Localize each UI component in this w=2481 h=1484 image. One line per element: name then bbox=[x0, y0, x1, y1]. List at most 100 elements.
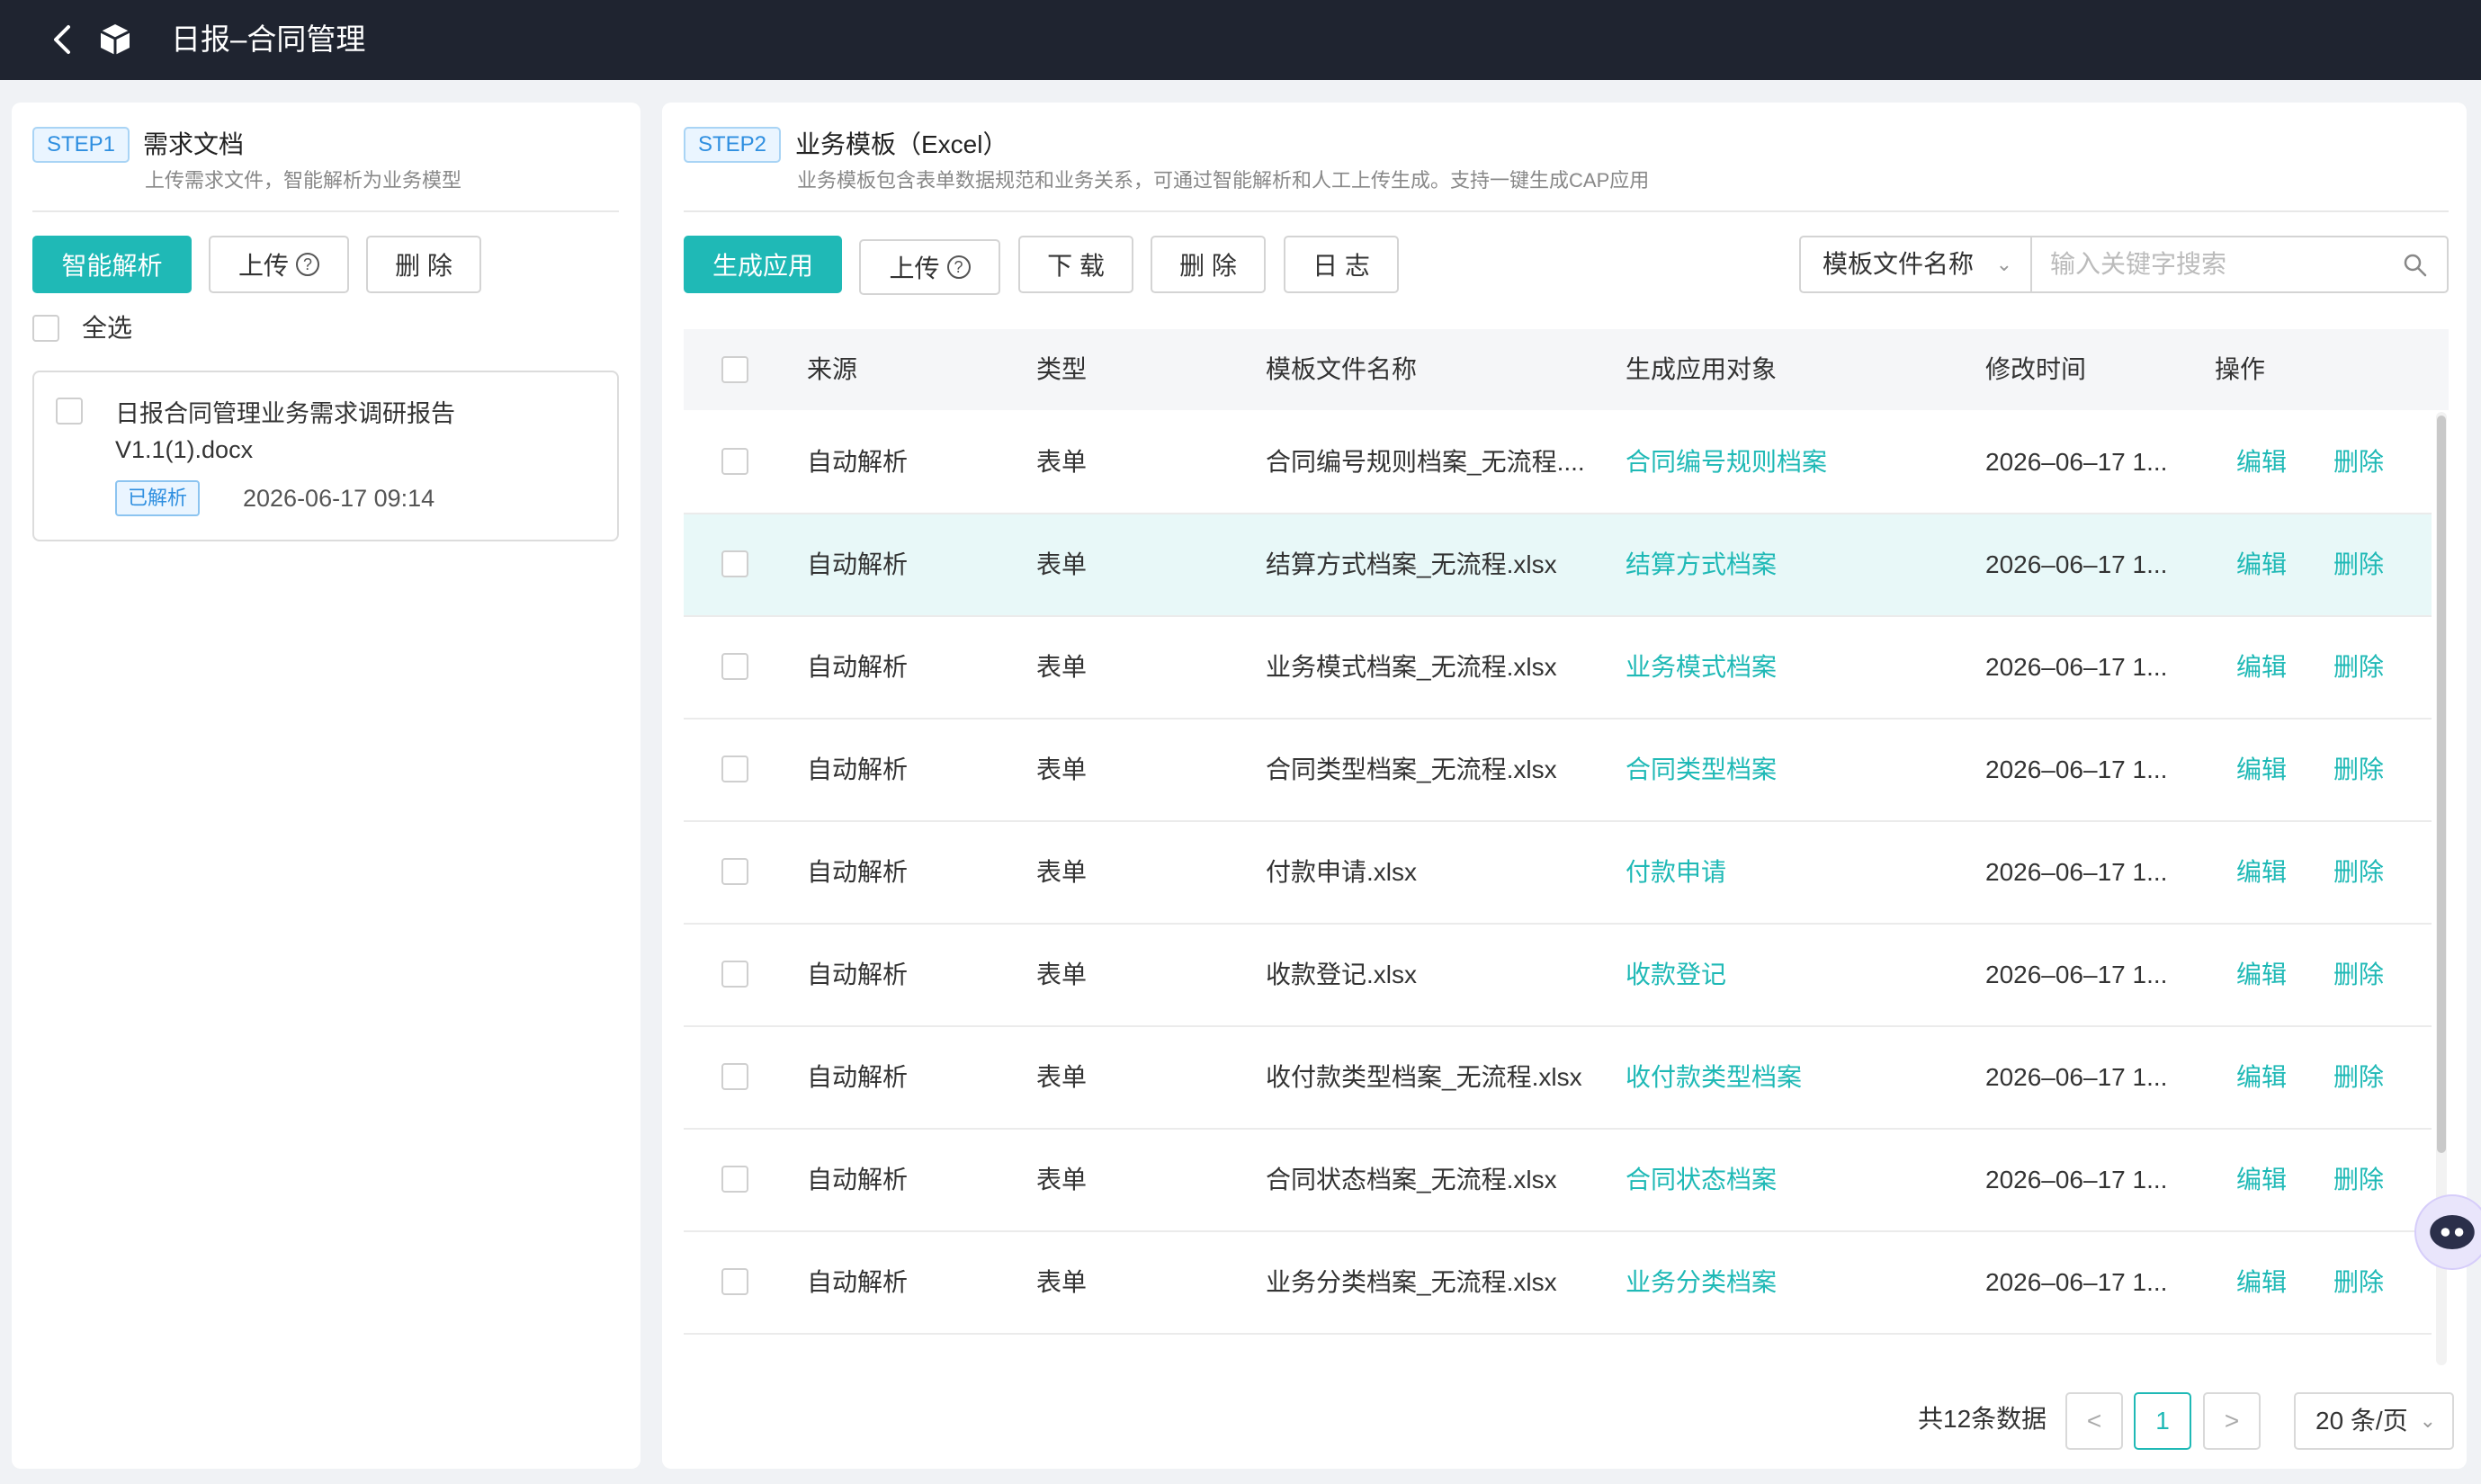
delete-link[interactable]: 删除 bbox=[2333, 1265, 2384, 1301]
edit-link[interactable]: 编辑 bbox=[2236, 649, 2287, 685]
step1-tag: STEP1 bbox=[32, 127, 130, 163]
row-checkbox[interactable] bbox=[721, 961, 748, 988]
scrollbar-thumb[interactable] bbox=[2437, 416, 2446, 1153]
row-checkbox[interactable] bbox=[721, 550, 748, 577]
row-checkbox[interactable] bbox=[721, 1268, 748, 1295]
cube-icon bbox=[100, 24, 130, 55]
file-card[interactable]: 日报合同管理业务需求调研报告V1.1(1).docx 已解析 2026-06-1… bbox=[32, 371, 619, 541]
row-type: 表单 bbox=[1036, 550, 1088, 578]
step1-subtitle: 上传需求文件，智能解析为业务模型 bbox=[145, 169, 462, 192]
table-row[interactable]: 自动解析 表单 收付款类型档案_无流程.xlsx 收付款类型档案 2026–06–17 … bbox=[684, 1027, 2432, 1130]
col-type: 类型 bbox=[1036, 355, 1088, 383]
delete-link[interactable]: 删除 bbox=[2333, 444, 2384, 480]
edit-link[interactable]: 编辑 bbox=[2236, 854, 2287, 890]
search-input[interactable] bbox=[2050, 246, 2392, 282]
generate-app-button[interactable]: 生成应用 bbox=[684, 236, 842, 293]
select-all-checkbox[interactable] bbox=[32, 315, 59, 342]
row-target-link[interactable]: 合同状态档案 bbox=[1626, 1162, 1777, 1198]
row-source: 自动解析 bbox=[807, 1063, 909, 1091]
row-target-link[interactable]: 业务模式档案 bbox=[1626, 649, 1777, 685]
row-source: 自动解析 bbox=[807, 653, 909, 681]
delete-link[interactable]: 删除 bbox=[2333, 854, 2384, 890]
col-file: 模板文件名称 bbox=[1266, 355, 1418, 383]
table-row[interactable]: 自动解析 表单 合同类型档案_无流程.xlsx 合同类型档案 2026–06–17 1.… bbox=[684, 720, 2432, 822]
row-checkbox[interactable] bbox=[721, 755, 748, 782]
row-modified-time: 2026–06–17 1... bbox=[1985, 448, 2168, 476]
smart-parse-button[interactable]: 智能解析 bbox=[32, 236, 192, 293]
row-source: 自动解析 bbox=[807, 550, 909, 578]
row-file-name: 合同编号规则档案_无流程.... bbox=[1266, 448, 1585, 476]
row-target-link[interactable]: 合同类型档案 bbox=[1626, 752, 1777, 788]
upload-label: 上传 bbox=[237, 252, 289, 280]
generate-label: 生成应用 bbox=[712, 252, 813, 280]
row-target-link[interactable]: 结算方式档案 bbox=[1626, 547, 1777, 583]
row-source: 自动解析 bbox=[807, 755, 909, 783]
table-row[interactable]: 自动解析 表单 业务模式档案_无流程.xlsx 业务模式档案 2026–06–17 1.… bbox=[684, 617, 2432, 720]
chevron-left-icon[interactable] bbox=[45, 20, 81, 59]
table-row[interactable]: 自动解析 表单 业务分类档案_无流程.xlsx 业务分类档案 2026–06–17 1.… bbox=[684, 1232, 2432, 1335]
top-bar: 日报–合同管理 bbox=[0, 0, 2481, 80]
delete-link[interactable]: 删除 bbox=[2333, 649, 2384, 685]
row-type: 表单 bbox=[1036, 1268, 1088, 1296]
requirements-panel: STEP1 需求文档 上传需求文件，智能解析为业务模型 智能解析 上传? 删 除… bbox=[12, 103, 640, 1469]
table-header: 来源 类型 模板文件名称 生成应用对象 修改时间 操作 bbox=[684, 329, 2449, 410]
table-row[interactable]: 自动解析 表单 结算方式档案_无流程.xlsx 结算方式档案 2026–06–17 1.… bbox=[684, 514, 2432, 617]
robot-face-icon bbox=[2430, 1214, 2475, 1250]
row-modified-time: 2026–06–17 1... bbox=[1985, 653, 2168, 681]
help-icon[interactable]: ? bbox=[946, 255, 971, 279]
select-all-rows-checkbox[interactable] bbox=[721, 356, 748, 383]
prev-page-button[interactable]: < bbox=[2065, 1392, 2123, 1450]
row-checkbox[interactable] bbox=[721, 858, 748, 885]
download-button[interactable]: 下 载 bbox=[1018, 236, 1133, 293]
next-page-button[interactable]: > bbox=[2203, 1392, 2261, 1450]
row-target-link[interactable]: 收款登记 bbox=[1626, 957, 1726, 993]
search-box[interactable] bbox=[2030, 236, 2449, 293]
row-target-link[interactable]: 合同编号规则档案 bbox=[1626, 444, 1827, 480]
chevron-down-icon: ⌄ bbox=[1995, 253, 2012, 275]
assistant-bot-icon[interactable] bbox=[2414, 1194, 2481, 1270]
row-type: 表单 bbox=[1036, 755, 1088, 783]
delete-link[interactable]: 删除 bbox=[2333, 752, 2384, 788]
delete-link[interactable]: 删除 bbox=[2333, 1162, 2384, 1198]
page-size-select[interactable]: 20 条/页 ⌄ bbox=[2294, 1392, 2454, 1450]
search-field-select[interactable]: 模板文件名称 ⌄ bbox=[1799, 236, 2032, 293]
table-row[interactable]: 自动解析 表单 合同编号规则档案_无流程.... 合同编号规则档案 2026–06–17… bbox=[684, 412, 2432, 514]
edit-link[interactable]: 编辑 bbox=[2236, 752, 2287, 788]
table-row[interactable]: 自动解析 表单 收款登记.xlsx 收款登记 2026–06–17 1... 编辑 删除 bbox=[684, 925, 2432, 1027]
edit-link[interactable]: 编辑 bbox=[2236, 1265, 2287, 1301]
file-checkbox[interactable] bbox=[56, 398, 83, 425]
row-target-link[interactable]: 收付款类型档案 bbox=[1626, 1059, 1802, 1095]
row-modified-time: 2026–06–17 1... bbox=[1985, 961, 2168, 988]
upload-doc-button[interactable]: 上传? bbox=[209, 236, 349, 293]
upload-template-button[interactable]: 上传? bbox=[859, 239, 1000, 295]
delete-link[interactable]: 删除 bbox=[2333, 547, 2384, 583]
row-checkbox[interactable] bbox=[721, 448, 748, 475]
row-source: 自动解析 bbox=[807, 858, 909, 886]
edit-link[interactable]: 编辑 bbox=[2236, 1162, 2287, 1198]
templates-panel: STEP2 业务模板（Excel） 业务模板包含表单数据规范和业务关系，可通过智… bbox=[662, 103, 2467, 1469]
page-1-button[interactable]: 1 bbox=[2134, 1392, 2191, 1450]
help-icon[interactable]: ? bbox=[296, 253, 319, 276]
table-row[interactable]: 自动解析 表单 付款申请.xlsx 付款申请 2026–06–17 1... 编辑 删除 bbox=[684, 822, 2432, 925]
page-size-label: 20 条/页 bbox=[2315, 1407, 2408, 1435]
edit-link[interactable]: 编辑 bbox=[2236, 957, 2287, 993]
row-file-name: 业务分类档案_无流程.xlsx bbox=[1266, 1268, 1557, 1296]
table-row[interactable]: 自动解析 表单 合同状态档案_无流程.xlsx 合同状态档案 2026–06–17 1.… bbox=[684, 1130, 2432, 1232]
row-checkbox[interactable] bbox=[721, 1166, 748, 1193]
edit-link[interactable]: 编辑 bbox=[2236, 547, 2287, 583]
edit-link[interactable]: 编辑 bbox=[2236, 1059, 2287, 1095]
log-button[interactable]: 日 志 bbox=[1284, 236, 1399, 293]
delete-template-button[interactable]: 删 除 bbox=[1151, 236, 1266, 293]
delete-link[interactable]: 删除 bbox=[2333, 957, 2384, 993]
delete-doc-button[interactable]: 删 除 bbox=[366, 236, 481, 293]
row-checkbox[interactable] bbox=[721, 653, 748, 680]
edit-link[interactable]: 编辑 bbox=[2236, 444, 2287, 480]
select-all-label: 全选 bbox=[82, 314, 133, 342]
delete-link[interactable]: 删除 bbox=[2333, 1059, 2384, 1095]
row-target-link[interactable]: 业务分类档案 bbox=[1626, 1265, 1777, 1301]
pagination-total: 共12条数据 bbox=[1918, 1405, 2047, 1433]
search-icon[interactable] bbox=[2402, 252, 2429, 279]
row-checkbox[interactable] bbox=[721, 1063, 748, 1090]
row-target-link[interactable]: 付款申请 bbox=[1626, 854, 1726, 890]
row-type: 表单 bbox=[1036, 1063, 1088, 1091]
